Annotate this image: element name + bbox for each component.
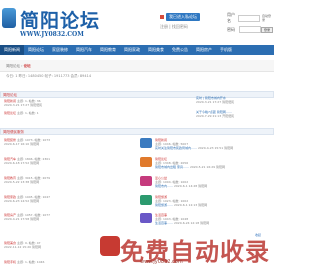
forum-icon bbox=[140, 176, 152, 186]
nav-item-forum[interactable]: 简阳论坛 bbox=[24, 45, 48, 55]
password-label: 密码 bbox=[227, 26, 235, 32]
nav-item-education[interactable]: 简阳教育 bbox=[96, 45, 120, 55]
list-item-latest[interactable]: 实时 | 简阳市城内开水 2020-3-21 17:27 简阳便民 bbox=[196, 96, 234, 104]
user-icon bbox=[160, 15, 164, 19]
forum-icon bbox=[140, 195, 152, 205]
list-item[interactable]: 简阳教育 主题: 3015, 帖数: 2079 2020-5-22 13:38 简… bbox=[4, 176, 50, 184]
forum-icon bbox=[140, 138, 152, 148]
password-input[interactable] bbox=[238, 26, 261, 33]
nav-item-news[interactable]: 简阳新闻 bbox=[0, 45, 24, 55]
list-item-latest[interactable]: 关于今晚7点距 简阳网…… 2020-7-29 21:13 开阳便民 bbox=[196, 110, 234, 118]
forum-icon bbox=[140, 157, 152, 167]
forum-icon bbox=[140, 213, 152, 223]
list-item[interactable]: 简阳新闻 主题: 1046, 帖数: 5007 实时关注简阳市民政局城内…… 202… bbox=[155, 138, 233, 150]
breadcrumb-home[interactable]: 简阳论坛 bbox=[6, 64, 20, 68]
list-item[interactable]: 简阳汽车 主题: 1846, 帖数: 2301 2020-6-18 17:52 简… bbox=[4, 157, 50, 165]
nav-item-house[interactable]: 简阳房产 bbox=[192, 45, 216, 55]
nav-item-notice[interactable]: 免费公告 bbox=[168, 45, 192, 55]
login-button[interactable]: 登录 bbox=[260, 26, 273, 33]
list-item[interactable]: 生活百事 主题: 1043, 帖数: 1048 生活百事…… 2020-6-24 1… bbox=[155, 213, 209, 225]
watermark-logo-icon bbox=[100, 236, 120, 256]
nav-item-decoration[interactable]: 家居装修 bbox=[48, 45, 72, 55]
login-form: 用户名 自动登录 密码 登录 bbox=[227, 12, 273, 35]
list-item[interactable]: 简阳美食 主题: 0, 帖数: 47 2022-11-12 15:20 简阳网 bbox=[4, 241, 41, 249]
quick-login-button[interactable]: 我已进入私论坛 bbox=[166, 13, 200, 21]
logo-icon bbox=[2, 8, 16, 28]
nav-item-car[interactable]: 简阳汽车 bbox=[72, 45, 96, 55]
username-label: 用户名 bbox=[227, 12, 235, 23]
username-input[interactable] bbox=[238, 14, 260, 22]
list-item[interactable]: 简阳新闻 主题: 1, 帖数: 36 2020-3-21 17:27 简阳便民 bbox=[4, 99, 42, 107]
list-item[interactable]: 简阳论坛 主题: 1348, 帖数: 2056 简阳市城内出租 家具…… 2020-… bbox=[155, 157, 225, 169]
nav-item-food[interactable]: 简阳美食 bbox=[144, 45, 168, 55]
site-url: WWW.JY0832.COM bbox=[20, 31, 84, 38]
site-header: 简阳论坛 WWW.JY0832.COM 我已进入私论坛 注册 | 找回密码 用户… bbox=[0, 0, 274, 45]
list-item[interactable]: 爱心公益 主题: 1004, 帖数: 1002 简阳市内…… 2020-6-1 14… bbox=[155, 176, 207, 188]
forum-stats: 今日: 1 昨日: 1480450 帖子: 1911773 会员: 89414 bbox=[6, 74, 92, 78]
main-nav: 简阳新闻 简阳论坛 家居装修 简阳汽车 简阳教育 简阳家政 简阳美食 免费公告 … bbox=[0, 45, 274, 55]
top-links: 我已进入私论坛 注册 | 找回密码 bbox=[160, 13, 230, 30]
register-links[interactable]: 注册 | 找回密码 bbox=[160, 24, 230, 30]
list-item[interactable]: 简阳手机 主题: 1, 帖数: 1046 bbox=[4, 260, 44, 264]
list-item[interactable]: 简阳旅游 主题: 1023, 帖数: 1002 简阳旅游…… 2020-6-1 12… bbox=[155, 195, 207, 207]
breadcrumb-current: 论坛 bbox=[23, 64, 31, 68]
list-item[interactable]: 简阳房产 主题: 1057, 帖数: 1077 2020-4-21 17:58 简… bbox=[4, 213, 50, 221]
remember-checkbox[interactable]: 自动登录 bbox=[262, 14, 273, 22]
nav-item-housekeeping[interactable]: 简阳家政 bbox=[120, 45, 144, 55]
site-title: 简阳论坛 bbox=[20, 10, 101, 32]
list-item[interactable]: 简阳家政 主题: 1045, 帖数: 1047 2020-6-23 14:52 简… bbox=[4, 195, 50, 203]
list-item[interactable]: 简阳论坛 主题: 1, 帖数: 1 bbox=[4, 111, 39, 115]
list-item[interactable]: 简阳装修 主题: 1073, 帖数: 1073 2020-6-17 16:10 简… bbox=[4, 138, 50, 146]
watermark-url: www.jy0832.com bbox=[140, 259, 183, 265]
category-header: 简阳便民服务 bbox=[0, 128, 274, 135]
nav-item-mobile[interactable]: 手机版 bbox=[216, 45, 236, 55]
breadcrumb: 简阳论坛 › 论坛 bbox=[0, 60, 274, 72]
